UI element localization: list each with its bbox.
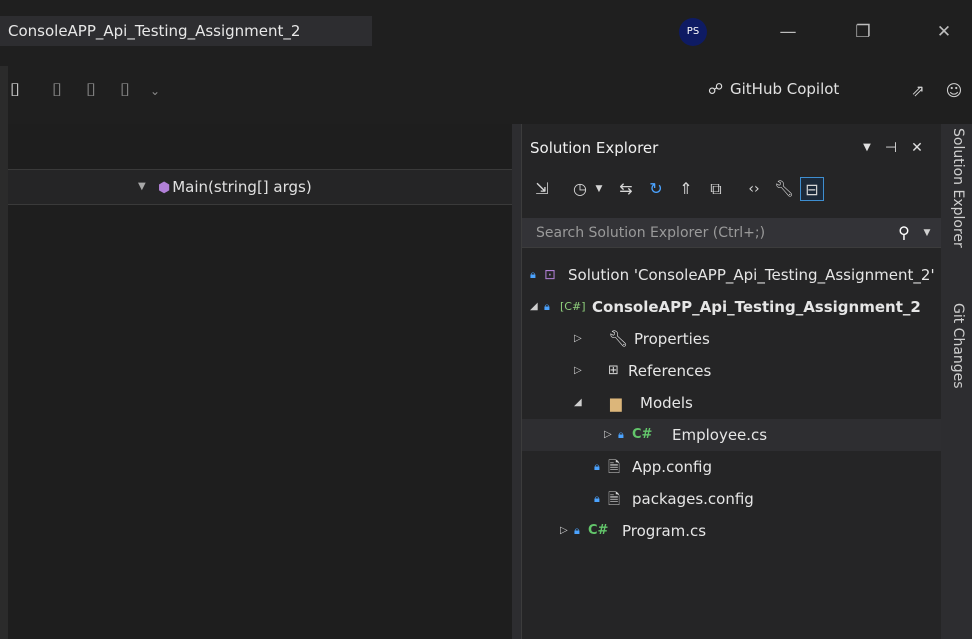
solution-explorer-panel: Solution Explorer ▼ ⊣ ✕ ⇲ ◷ ▼ ⇆ ↻ ⇑ ⧉ ‹›… [521,124,941,639]
solution-explorer-title: Solution Explorer [530,139,659,157]
csharp-file-icon: C# [588,523,609,538]
lock-icon: 🔒︎ [618,428,624,441]
splitter[interactable] [512,124,521,639]
minimize-button[interactable]: — [776,20,800,44]
copilot-label: GitHub Copilot [730,80,840,98]
search-icon[interactable]: ⚲ [892,221,916,245]
pin-icon[interactable]: ⊣ [880,137,902,159]
navigation-bar: ▼ ⬢ Main(string[] args) [8,169,512,205]
close-panel-icon[interactable]: ✕ [906,137,928,159]
collapsed-arrow-icon[interactable]: ▷ [574,355,582,387]
pending-changes-icon[interactable]: ◷ [568,177,592,201]
expanded-arrow-icon[interactable]: ◢ [530,291,538,323]
next-bookmark-icon[interactable]: ⌷ [80,80,102,102]
expanded-arrow-icon[interactable]: ◢ [574,387,582,419]
collapsed-arrow-icon[interactable]: ▷ [604,419,612,451]
refresh-icon[interactable]: ↻ [644,177,668,201]
lock-icon: 🔒︎ [574,524,580,537]
type-dropdown-arrow-icon[interactable]: ▼ [138,181,146,192]
program-label: Program.cs [622,522,707,540]
references-icon: ⊞ [608,363,619,378]
tree-item-packages-config[interactable]: 🔒︎ 🗎︎ packages.config [522,483,941,515]
solution-explorer-header: Solution Explorer ▼ ⊣ ✕ [522,135,941,161]
tree-item-project[interactable]: ◢ 🔒︎ [C#] ConsoleAPP_Api_Testing_Assignm… [522,291,941,323]
app-config-label: App.config [632,458,712,476]
share-icon[interactable]: ⇗ [906,79,930,103]
lock-icon: 🔒︎ [594,492,600,505]
search-options-dropdown-icon[interactable]: ▼ [920,221,934,245]
project-label: ConsoleAPP_Api_Testing_Assignment_2 [592,298,921,316]
member-dropdown-label: Main(string[] args) [172,178,312,196]
sync-active-document-icon[interactable]: ⇆ [614,177,638,201]
overflow-icon[interactable]: ⌄ [148,80,162,102]
csharp-project-icon: [C#] [560,300,586,313]
packages-config-label: packages.config [632,490,754,508]
tree-item-program[interactable]: ▷ 🔒︎ C# Program.cs [522,515,941,547]
left-edge [0,66,8,639]
wrench-icon: 🔧︎ [608,329,629,348]
solution-label: Solution 'ConsoleAPP_Api_Testing_Assignm… [568,266,935,284]
collapsed-arrow-icon[interactable]: ▷ [574,323,582,355]
lock-icon: 🔒︎ [530,268,536,281]
window-position-icon[interactable]: ▼ [856,137,878,159]
search-input[interactable] [522,218,882,247]
folder-icon: ▆ [610,394,622,412]
collapse-all-icon[interactable]: ⇑ [674,177,698,201]
employee-label: Employee.cs [672,426,768,444]
tree-item-properties[interactable]: ▷ 🔧︎ Properties [522,323,941,355]
tree-item-employee[interactable]: ▷ 🔒︎ C# Employee.cs [522,419,941,451]
method-icon: ⬢ [158,180,171,196]
models-label: Models [640,394,693,412]
view-code-icon[interactable]: ‹› [742,177,766,201]
member-dropdown[interactable]: ⬢ Main(string[] args) [158,178,312,196]
github-copilot-button[interactable]: ☍ GitHub Copilot [708,76,839,102]
prev-bookmark-icon[interactable]: ⌷ [46,80,68,102]
pending-changes-dropdown-icon[interactable]: ▼ [592,177,606,201]
account-avatar[interactable]: PS [679,18,707,46]
show-all-files-icon[interactable]: ⧉ [704,177,728,201]
references-label: References [628,362,712,380]
properties-icon[interactable]: 🔧︎ [772,177,796,201]
csharp-file-icon: C# [632,427,653,442]
properties-label: Properties [634,330,710,348]
tree-item-references[interactable]: ▷ ⊞ References [522,355,941,387]
tree-item-models[interactable]: ◢ ▆ Models [522,387,941,419]
copilot-icon: ☍ [708,80,724,98]
preview-selected-items-icon[interactable]: ⊟ [800,177,824,201]
close-button[interactable]: ✕ [932,20,956,44]
switch-views-icon[interactable]: ⇲ [530,177,554,201]
collapsed-arrow-icon[interactable]: ▷ [560,515,568,547]
lock-icon: 🔒︎ [544,300,550,313]
config-file-icon: 🗎︎ [608,490,621,508]
config-file-icon: 🗎︎ [608,458,621,476]
side-tab-solution-explorer[interactable]: Solution Explorer [946,128,966,248]
solution-icon: ⊡ [544,267,556,283]
side-tab-git-changes[interactable]: Git Changes [946,303,966,389]
feedback-icon[interactable]: ☺ [942,79,966,103]
restore-button[interactable]: ❐ [851,20,875,44]
tree-item-app-config[interactable]: 🔒︎ 🗎︎ App.config [522,451,941,483]
window-title: ConsoleAPP_Api_Testing_Assignment_2 [0,16,372,46]
clear-bookmarks-icon[interactable]: ⌷ [114,80,136,102]
solution-explorer-search: ⚲ ▼ [522,218,941,248]
solution-explorer-toolbar: ⇲ ◷ ▼ ⇆ ↻ ⇑ ⧉ ‹› 🔧︎ ⊟ [522,174,941,204]
tree-item-solution[interactable]: 🔒︎ ⊡ Solution 'ConsoleAPP_Api_Testing_As… [522,259,941,291]
lock-icon: 🔒︎ [594,460,600,473]
